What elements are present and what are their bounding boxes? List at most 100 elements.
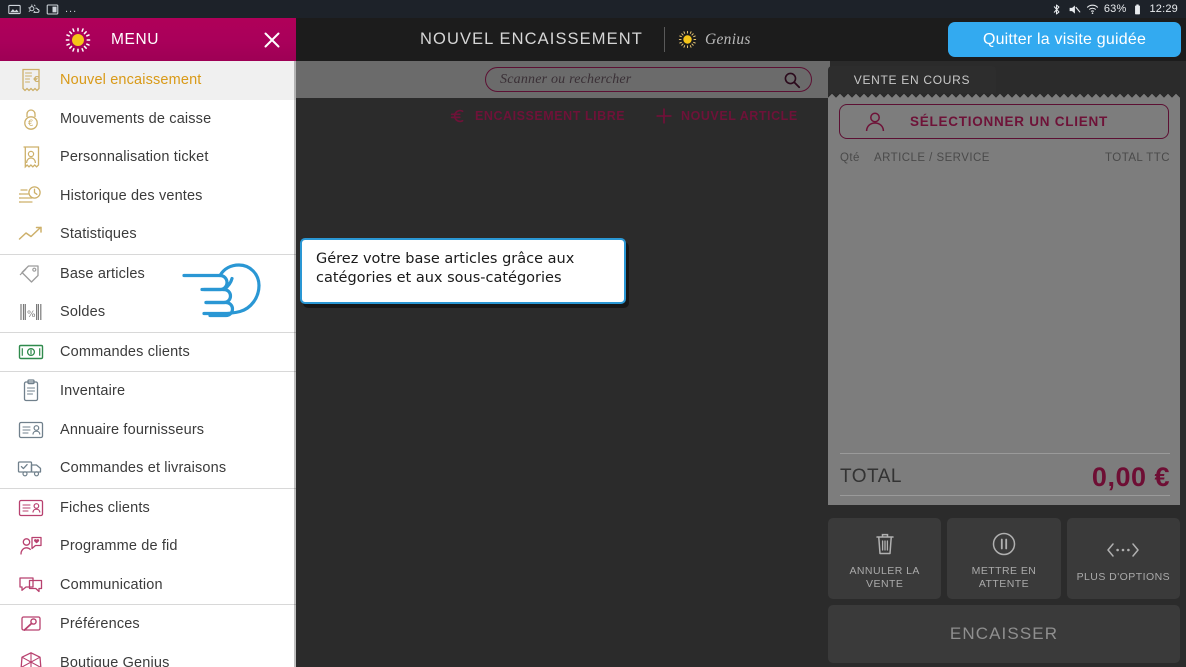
sidebar-item-label: Commandes et livraisons: [60, 460, 227, 477]
sidebar-item-label: Annuaire fournisseurs: [60, 421, 205, 438]
sidebar-menu[interactable]: € Nouvel encaissement € Mouvements de ca…: [0, 61, 296, 667]
sidebar-item-label: Historique des ventes: [60, 187, 203, 204]
more-options-button[interactable]: PLUS D'OPTIONS: [1066, 518, 1180, 599]
status-bar-right-icons: 63% 12:29: [1050, 3, 1178, 16]
hold-sale-button[interactable]: METTRE EN ATTENTE: [947, 518, 1061, 599]
status-overflow-dots: ...: [65, 3, 78, 15]
sidebar-item-label: Commandes clients: [60, 343, 190, 360]
battery-percent-label: 63%: [1103, 2, 1127, 15]
chart-trend-icon: [14, 221, 48, 247]
genius-sun-icon: [65, 27, 91, 52]
cart-total-row: TOTAL 0,00 €: [840, 459, 1170, 495]
svg-text:€: €: [28, 119, 33, 129]
encaissement-libre-label: ENCAISSEMENT LIBRE: [475, 109, 626, 123]
exit-guided-tour-button[interactable]: Quitter la visite guidée: [948, 22, 1181, 57]
clipboard-icon: [14, 378, 48, 404]
pointing-hand-icon: [182, 263, 261, 318]
tab-vente-en-cours[interactable]: VENTE EN COURS: [828, 66, 996, 93]
delivery-truck-icon: [14, 455, 48, 481]
cancel-sale-button[interactable]: ANNULER LA VENTE: [828, 518, 942, 599]
sound-mute-icon: [1069, 4, 1081, 14]
sidebar-item-inventaire[interactable]: Inventaire: [0, 372, 296, 411]
client-card-icon: [14, 495, 48, 521]
genius-sun-icon: [678, 30, 697, 49]
cancel-sale-label: ANNULER LA VENTE: [849, 564, 920, 590]
sidebar-item-label: Inventaire: [60, 383, 126, 400]
sidebar-item-commandes-et-livraisons[interactable]: Commandes et livraisons: [0, 449, 296, 488]
person-icon: [865, 112, 885, 131]
settings-wrench-icon: [14, 611, 48, 637]
encaissement-libre-button[interactable]: ENCAISSEMENT LIBRE: [448, 106, 625, 126]
sidebar-item-label: Préférences: [60, 616, 140, 633]
contact-card-icon: [14, 417, 48, 443]
sidebar-item-preferences[interactable]: Préférences: [0, 605, 296, 644]
search-icon[interactable]: [783, 71, 801, 89]
plus-icon: [654, 106, 674, 126]
menu-title: MENU: [111, 30, 160, 48]
app-root: ... 63% 12:29 MENU € Nouvel encaissement…: [0, 0, 1186, 667]
sidebar-item-annuaire-fournisseurs[interactable]: Annuaire fournisseurs: [0, 410, 296, 449]
sidebar-item-label: Nouvel encaissement: [60, 72, 202, 89]
sidebar-item-mouvements-de-caisse[interactable]: € Mouvements de caisse: [0, 99, 296, 138]
sidebar-item-personnalisation-ticket[interactable]: Personnalisation ticket: [0, 138, 296, 177]
tag-icon: [14, 261, 48, 287]
tab-vente-en-cours-label: VENTE EN COURS: [853, 72, 971, 87]
total-value: 0,00 €: [1091, 461, 1170, 492]
sidebar-item-nouvel-encaissement[interactable]: € Nouvel encaissement: [0, 61, 296, 100]
genius-brand-label: Genius: [705, 30, 751, 48]
cart-column-headers: Qté ARTICLE / SERVICE TOTAL TTC: [840, 150, 1170, 166]
clock-label: 12:29: [1149, 2, 1178, 15]
col-header-article: ARTICLE / SERVICE: [874, 152, 990, 164]
barcode-percent-icon: %: [14, 299, 48, 325]
more-options-icon: [1106, 535, 1140, 565]
sidebar-item-label: Base articles: [60, 265, 145, 282]
nouvel-article-button[interactable]: NOUVEL ARTICLE: [654, 106, 798, 126]
cart-total-divider-bottom: [840, 495, 1170, 496]
sidebar-item-fiches-clients[interactable]: Fiches clients: [0, 488, 296, 527]
search-input[interactable]: Scanner ou rechercher: [485, 67, 812, 92]
sidebar-item-label: Fiches clients: [60, 499, 150, 516]
sidebar-item-statistiques[interactable]: Statistiques: [0, 215, 296, 254]
wifi-icon: [1086, 4, 1099, 14]
checkout-button[interactable]: ENCAISSER: [828, 605, 1180, 663]
bluetooth-icon: [1053, 4, 1060, 14]
banknote-icon: [14, 339, 48, 365]
coachmark-tooltip: Gérez votre base articles grâce aux caté…: [300, 238, 626, 304]
select-client-button[interactable]: SÉLECTIONNER UN CLIENT: [839, 104, 1169, 139]
sidebar-item-programme-de-fid[interactable]: Programme de fid: [0, 527, 296, 566]
ticket-person-icon: [14, 144, 48, 170]
exit-guided-tour-label: Quitter la visite guidée: [982, 30, 1147, 48]
svg-text:%: %: [27, 310, 36, 320]
chat-bubbles-icon: [14, 572, 48, 598]
receipt-top-edge: [828, 93, 1180, 98]
loyalty-heart-icon: [14, 533, 48, 559]
quick-actions-row: ENCAISSEMENT LIBRE NOUVEL ARTICLE: [296, 98, 830, 134]
total-label: TOTAL: [840, 466, 902, 487]
sidebar-item-historique-des-ventes[interactable]: Historique des ventes: [0, 176, 296, 215]
android-status-bar: ... 63% 12:29: [0, 0, 1186, 18]
pause-icon: [991, 529, 1017, 559]
sidebar-item-label: Communication: [60, 576, 163, 593]
trash-icon: [873, 529, 897, 559]
receipt-bottom-edge: [828, 500, 1180, 505]
menu-header: MENU: [0, 18, 296, 61]
sidebar-item-communication[interactable]: Communication: [0, 565, 296, 604]
cart-action-buttons: ANNULER LA VENTE METTRE EN ATTENTE PLUS …: [828, 518, 1180, 599]
sidebar-item-label: Soldes: [60, 304, 106, 321]
cart-total-divider-top: [840, 453, 1170, 454]
status-bar-left-icons: ...: [8, 3, 77, 16]
sidebar-item-label: Personnalisation ticket: [60, 149, 209, 166]
image-icon: [8, 4, 21, 14]
sidebar-item-commandes-clients[interactable]: Commandes clients: [0, 332, 296, 371]
receipt-euro-icon: €: [14, 67, 48, 93]
col-header-total: TOTAL TTC: [1105, 152, 1170, 164]
sidebar-item-boutique-genius[interactable]: Boutique Genius: [0, 643, 296, 667]
weather-icon: [28, 3, 40, 13]
history-clock-icon: [14, 183, 48, 209]
sidebar-right-edge: [294, 61, 296, 667]
col-header-qty: Qté: [840, 152, 860, 164]
lock-euro-icon: €: [14, 106, 48, 132]
select-client-label: SÉLECTIONNER UN CLIENT: [909, 114, 1108, 129]
close-icon[interactable]: [260, 28, 284, 52]
more-options-label: PLUS D'OPTIONS: [1076, 571, 1171, 583]
